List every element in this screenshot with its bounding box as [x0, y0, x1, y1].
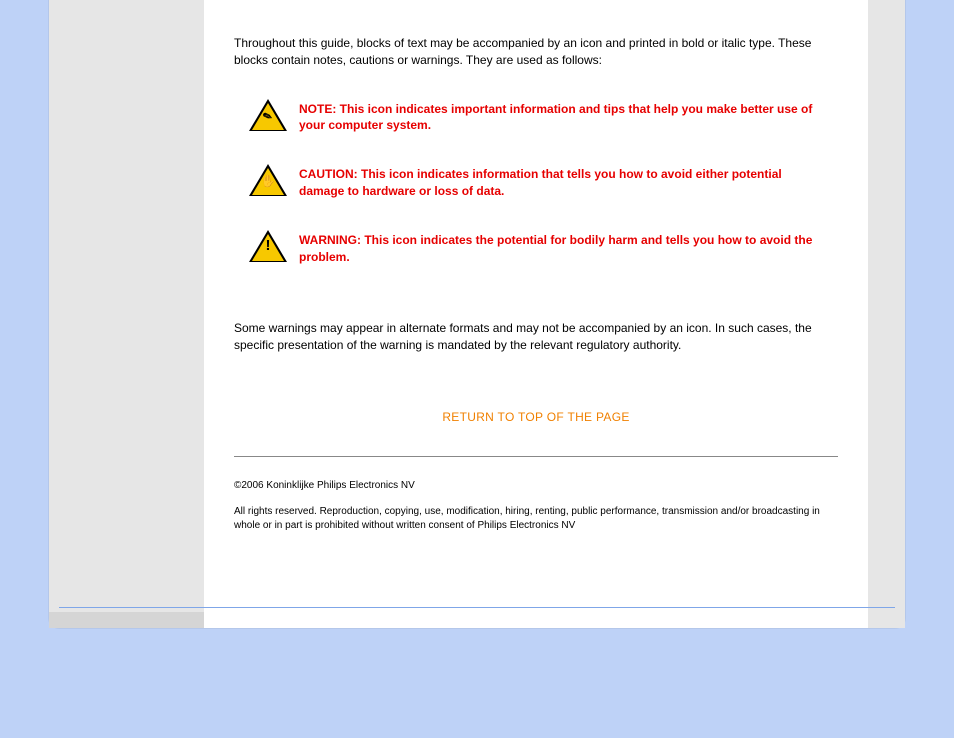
document-frame: Throughout this guide, blocks of text ma… [49, 0, 905, 628]
note-block: ✎ NOTE: This icon indicates important in… [234, 99, 838, 135]
bottom-rule [59, 607, 895, 608]
document-content: Throughout this guide, blocks of text ma… [204, 0, 868, 533]
note-text: NOTE: This icon indicates important info… [299, 99, 838, 135]
note-icon: ✎ [249, 99, 299, 133]
outro-paragraph: Some warnings may appear in alternate fo… [234, 320, 838, 354]
return-link-wrap: RETURN TO TOP OF THE PAGE [234, 409, 838, 426]
left-sidebar [49, 0, 204, 628]
left-sidebar-strip [49, 612, 204, 628]
caution-text: CAUTION: This icon indicates information… [299, 164, 838, 200]
section-divider [234, 456, 838, 457]
return-to-top-link[interactable]: RETURN TO TOP OF THE PAGE [442, 410, 629, 424]
rights-text: All rights reserved. Reproduction, copyi… [234, 505, 838, 533]
intro-paragraph: Throughout this guide, blocks of text ma… [234, 35, 838, 69]
warning-block: ! WARNING: This icon indicates the poten… [234, 230, 838, 266]
caution-block: ✋ CAUTION: This icon indicates informati… [234, 164, 838, 200]
warning-icon: ! [249, 230, 299, 264]
right-margin [868, 0, 905, 628]
warning-text: WARNING: This icon indicates the potenti… [299, 230, 838, 266]
copyright-text: ©2006 Koninklijke Philips Electronics NV [234, 479, 838, 493]
caution-icon: ✋ [249, 164, 299, 198]
